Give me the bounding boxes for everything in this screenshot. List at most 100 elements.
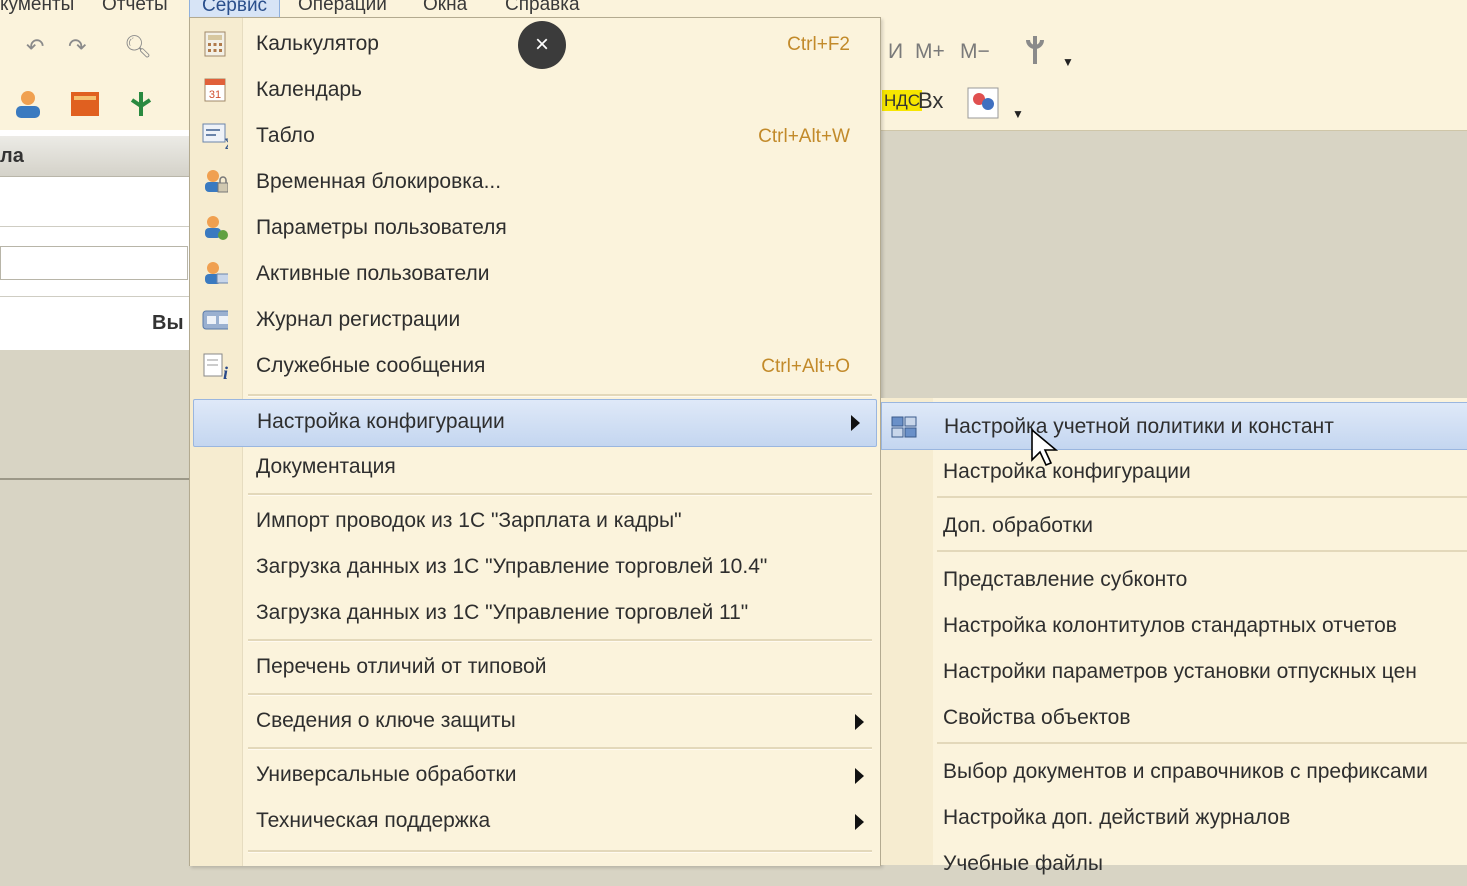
redo-icon[interactable]: ↷ <box>68 36 86 58</box>
menu-item-import-payroll[interactable]: Импорт проводок из 1С "Зарплата и кадры" <box>190 499 880 545</box>
scoreboard-icon: Σ <box>202 123 228 150</box>
menu-item-label: Документация <box>256 455 396 478</box>
menu-item-scoreboard[interactable]: Σ Табло Ctrl+Alt+W <box>190 114 880 160</box>
panel-label: Вы <box>152 312 184 334</box>
submenu-item-label: Свойства объектов <box>943 706 1131 729</box>
menu-item-label: Табло <box>256 124 315 147</box>
undo-icon[interactable]: ↶ <box>26 36 44 58</box>
submenu-item-training-files[interactable]: Учебные файлы <box>881 840 1467 886</box>
log-icon <box>202 307 228 333</box>
submenu-item-label: Настройки параметров установки отпускных… <box>943 660 1417 683</box>
dropdown-arrow-icon[interactable]: ▼ <box>1012 108 1024 120</box>
menu-separator <box>937 742 1467 744</box>
menu-item-user-settings[interactable]: Параметры пользователя <box>190 206 880 252</box>
menu-item-label: Активные пользователи <box>256 262 490 285</box>
menu-item-label: Служебные сообщения <box>256 354 486 377</box>
user-group-icon[interactable] <box>966 86 1000 124</box>
divider <box>0 226 190 227</box>
close-button[interactable]: × <box>518 21 566 69</box>
close-icon: × <box>534 31 549 58</box>
submenu-item-label: Настройка учетной политики и констант <box>944 415 1334 438</box>
menu-item-active-users[interactable]: Активные пользователи <box>190 252 880 298</box>
memory-plus-button[interactable]: M+ <box>915 41 945 62</box>
menu-item-label: Сведения о ключе защиты <box>256 709 516 732</box>
tax-button[interactable]: НДС <box>882 90 923 111</box>
book-icon[interactable] <box>68 88 102 124</box>
submenu-item-extra-processing[interactable]: Доп. обработки <box>881 502 1467 548</box>
divider <box>0 296 190 297</box>
panel-field[interactable] <box>0 246 188 280</box>
submenu-item-journal-actions[interactable]: Настройка доп. действий журналов <box>881 794 1467 840</box>
memory-i-button[interactable]: И <box>888 41 903 62</box>
menu-separator <box>248 639 872 642</box>
submenu-arrow-icon <box>855 768 864 784</box>
menu-item-load-trade-10-4[interactable]: Загрузка данных из 1С "Управление торгов… <box>190 545 880 591</box>
submenu-item-label: Настройка конфигурации <box>943 460 1191 483</box>
search-icon[interactable]: 🔍︎ <box>124 36 152 58</box>
shortcut-label: Ctrl+Alt+W <box>758 126 850 147</box>
submenu-arrow-icon <box>855 714 864 730</box>
submenu-item-object-properties[interactable]: Свойства объектов <box>881 694 1467 740</box>
calculator-icon <box>202 31 228 57</box>
menu-item-load-trade-11[interactable]: Загрузка данных из 1С "Управление торгов… <box>190 591 880 637</box>
menu-reports[interactable]: Отчеты <box>102 0 168 16</box>
user-settings-icon <box>202 215 228 241</box>
menu-item-label: Загрузка данных из 1С "Управление торгов… <box>256 555 768 578</box>
menu-windows[interactable]: Окна <box>423 0 467 16</box>
menu-item-label: Перечень отличий от типовой <box>256 655 547 678</box>
menu-item-label: Временная блокировка... <box>256 170 502 193</box>
submenu-arrow-icon <box>851 415 860 431</box>
menu-item-universal-processing[interactable]: Универсальные обработки <box>190 753 880 799</box>
menu-item-label: Техническая поддержка <box>256 809 491 832</box>
submenu-item-label: Учебные файлы <box>943 852 1103 875</box>
wrench-icon[interactable] <box>1022 34 1048 72</box>
submenu-item-price-settings[interactable]: Настройки параметров установки отпускных… <box>881 648 1467 694</box>
menu-item-temporary-lock[interactable]: Временная блокировка... <box>190 160 880 206</box>
menu-item-label: Журнал регистрации <box>256 308 461 331</box>
svg-text:Σ: Σ <box>224 137 228 150</box>
tree-icon[interactable] <box>124 88 158 124</box>
menu-item-configuration-settings[interactable]: Настройка конфигурации <box>193 399 877 447</box>
menu-item-label: Календарь <box>256 78 362 101</box>
menu-separator <box>248 747 872 750</box>
menu-item-label: Параметры пользователя <box>256 216 507 239</box>
menu-item-event-log[interactable]: Журнал регистрации <box>190 298 880 344</box>
menu-operations[interactable]: Операции <box>298 0 387 16</box>
menu-item-tech-support[interactable]: Техническая поддержка <box>190 799 880 845</box>
calendar-icon: 31 <box>202 77 228 103</box>
menu-documents[interactable]: кументы <box>0 0 74 16</box>
submenu-item-prefix-selection[interactable]: Выбор документов и справочников с префик… <box>881 748 1467 794</box>
submenu-arrow-icon <box>855 814 864 830</box>
menu-help[interactable]: Справка <box>505 0 580 16</box>
shortcut-label: Ctrl+F2 <box>787 34 850 55</box>
configuration-submenu: Настройка учетной политики и констант На… <box>880 398 1467 875</box>
svg-text:i: i <box>223 363 228 380</box>
submenu-item-report-headers[interactable]: Настройка колонтитулов стандартных отчет… <box>881 602 1467 648</box>
svg-text:31: 31 <box>209 89 221 101</box>
dropdown-arrow-icon[interactable]: ▼ <box>1062 56 1074 68</box>
menu-separator <box>937 496 1467 498</box>
menu-item-service-messages[interactable]: i Служебные сообщения Ctrl+Alt+O <box>190 344 880 390</box>
submenu-item-label: Настройка доп. действий журналов <box>943 806 1291 829</box>
menu-service[interactable]: Сервис <box>189 0 281 18</box>
menu-item-documentation[interactable]: Документация <box>190 445 880 491</box>
menu-separator <box>937 550 1467 552</box>
menu-item-calendar[interactable]: 31 Календарь <box>190 68 880 114</box>
accounting-policy-icon <box>890 414 917 440</box>
submenu-item-label: Настройка колонтитулов стандартных отчет… <box>943 614 1397 637</box>
submenu-item-accounting-policy[interactable]: Настройка учетной политики и констант <box>881 402 1467 450</box>
incoming-button[interactable]: Вх <box>918 90 943 112</box>
menu-item-label: Калькулятор <box>256 32 379 55</box>
memory-minus-button[interactable]: M− <box>960 41 990 62</box>
submenu-item-label: Доп. обработки <box>943 514 1094 537</box>
menu-separator <box>248 493 872 496</box>
menu-item-differences-list[interactable]: Перечень отличий от типовой <box>190 645 880 691</box>
submenu-item-subconto-view[interactable]: Представление субконто <box>881 556 1467 602</box>
left-panel: ла Вы <box>0 130 190 480</box>
active-users-icon <box>202 261 228 287</box>
submenu-item-configuration-settings[interactable]: Настройка конфигурации <box>881 448 1467 494</box>
users-icon[interactable] <box>12 88 44 124</box>
shortcut-label: Ctrl+Alt+O <box>761 356 850 377</box>
menu-item-protection-key[interactable]: Сведения о ключе защиты <box>190 699 880 745</box>
submenu-item-label: Выбор документов и справочников с префик… <box>943 760 1428 783</box>
